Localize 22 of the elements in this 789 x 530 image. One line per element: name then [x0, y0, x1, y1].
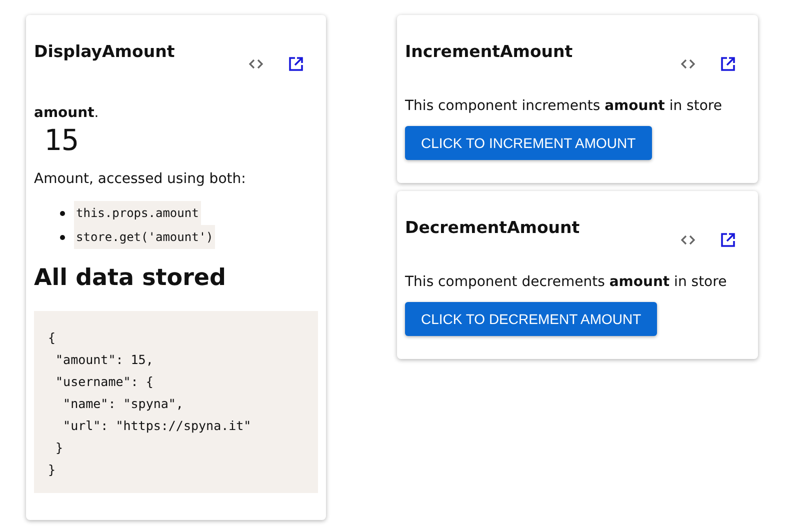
- bullet-icon: [60, 210, 65, 216]
- access-text: Amount, accessed using both:: [34, 171, 247, 187]
- code-snippet: this.props.amount: [74, 201, 201, 225]
- amount-value: 15: [44, 123, 80, 157]
- action-button[interactable]: CLICK TO INCREMENT AMOUNT: [405, 126, 652, 160]
- open-in-new-icon[interactable]: [720, 232, 736, 248]
- description-text: This component decrements amount in store: [405, 274, 728, 290]
- action-button[interactable]: CLICK TO DECREMENT AMOUNT: [405, 302, 658, 336]
- description-text: This component increments amount in store: [405, 98, 723, 114]
- open-in-new-icon[interactable]: [720, 56, 736, 72]
- code-block: { "amount": 15, "username": { "name": "spyna", "url": "https://spyna.it" } }: [34, 311, 318, 493]
- open-in-new-icon[interactable]: [288, 56, 304, 72]
- card-title: IncrementAmount: [405, 42, 573, 61]
- code-icon[interactable]: [680, 58, 696, 70]
- amount-label: amount.: [34, 105, 100, 121]
- bullet-icon: [60, 234, 65, 240]
- card-title: DisplayAmount: [34, 42, 175, 61]
- code-icon[interactable]: [248, 58, 264, 70]
- code-icon[interactable]: [680, 234, 696, 246]
- section-heading: All data stored: [34, 265, 227, 291]
- card-title: DecrementAmount: [405, 218, 580, 237]
- code-snippet: store.get('amount'): [74, 225, 216, 249]
